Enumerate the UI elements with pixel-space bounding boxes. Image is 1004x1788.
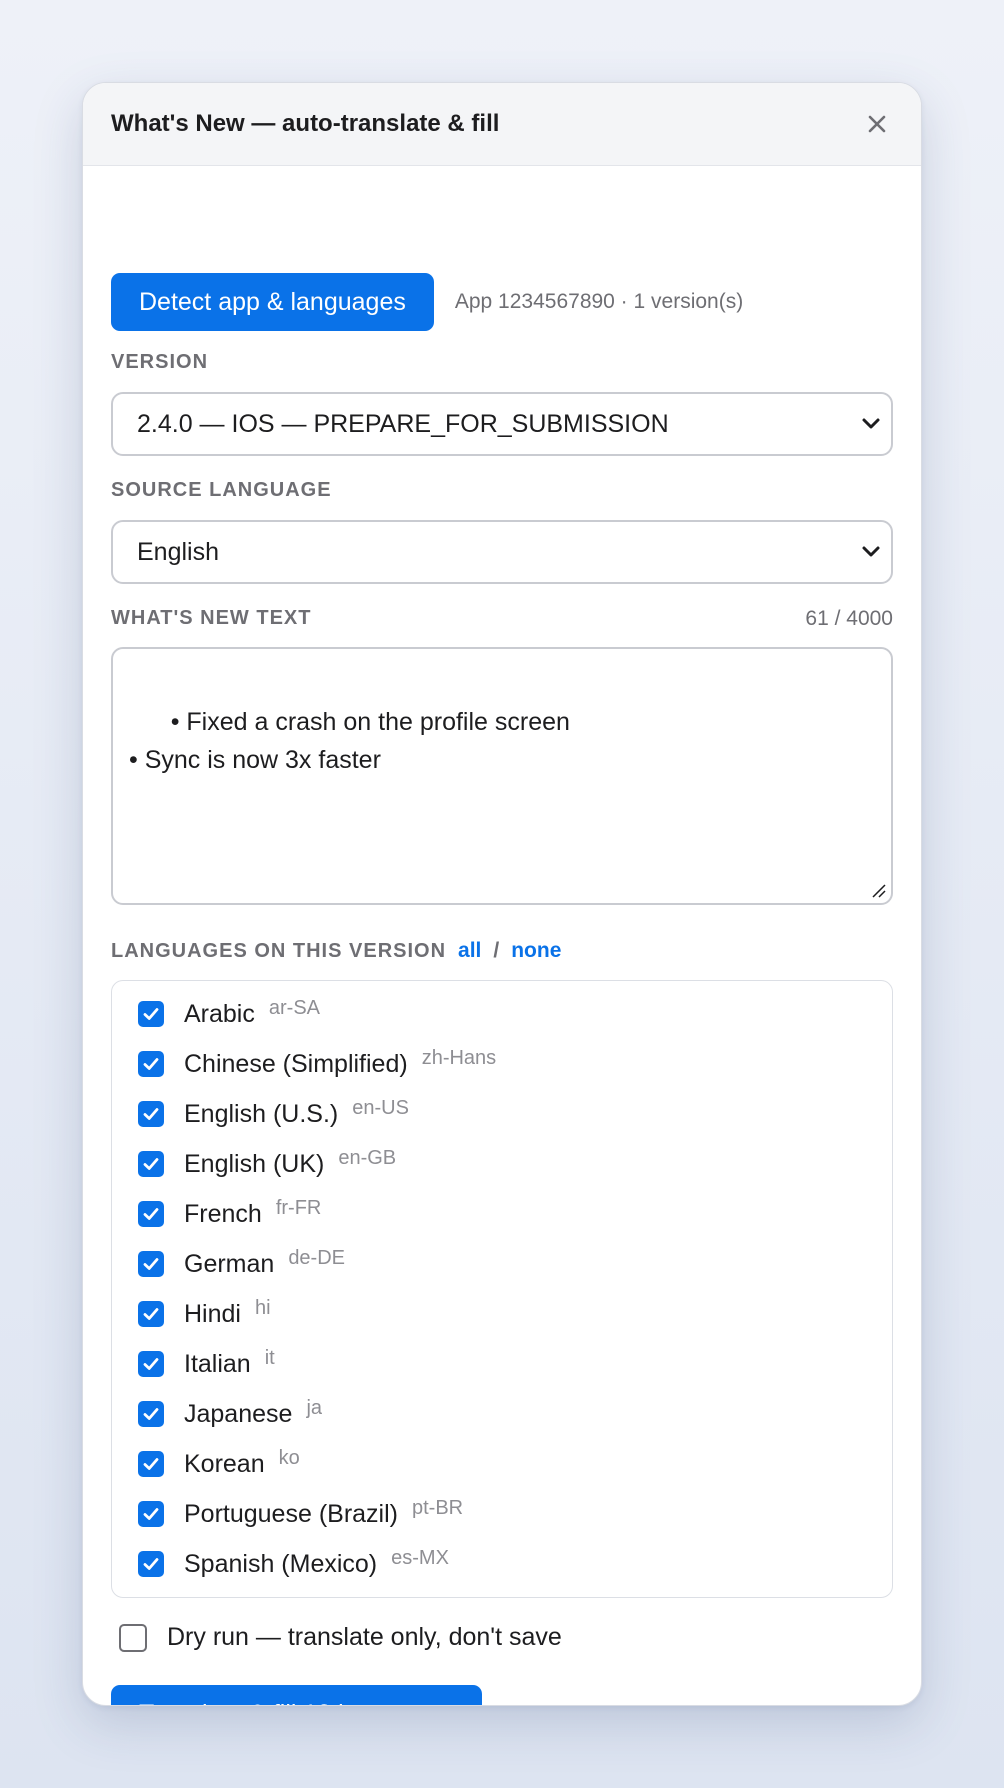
language-name: English (UK) (184, 1149, 325, 1178)
language-checkbox[interactable] (138, 1151, 164, 1177)
language-list: Arabic ar-SA Chinese (Simplified) zh-Hans En… (111, 980, 893, 1598)
version-label: VERSION (111, 351, 209, 373)
language-checkbox[interactable] (138, 1001, 164, 1027)
language-checkbox[interactable] (138, 1351, 164, 1377)
version-select[interactable]: 2.4.0 — IOS — PREPARE_FOR_SUBMISSION (111, 392, 893, 456)
language-code: ar-SA (268, 996, 320, 1019)
language-item[interactable]: Chinese (Simplified) zh-Hans (112, 1039, 892, 1089)
close-icon (868, 115, 886, 133)
dry-run-label: Dry run — translate only, don't save (167, 1623, 562, 1651)
language-item[interactable]: English (UK) en-GB (112, 1139, 892, 1189)
resize-grip-icon[interactable] (871, 883, 887, 899)
checkmark-icon (143, 1358, 159, 1370)
checkmark-icon (143, 1408, 159, 1420)
language-checkbox[interactable] (138, 1051, 164, 1077)
language-code: es-MX (391, 1546, 449, 1569)
checkmark-icon (143, 1458, 159, 1470)
language-name: Chinese (Simplified) (184, 1049, 408, 1078)
language-name: German (184, 1249, 275, 1278)
language-code: de-DE (288, 1246, 346, 1269)
language-item[interactable]: Spanish (Mexico) es-MX (112, 1539, 892, 1589)
language-item[interactable]: German de-DE (112, 1239, 892, 1289)
checkmark-icon (143, 1508, 159, 1520)
dialog-header: What's New — auto-translate & fill (83, 83, 921, 166)
language-checkbox[interactable] (138, 1201, 164, 1227)
dry-run-checkbox[interactable] (119, 1623, 147, 1652)
detect-app-button[interactable]: Detect app & languages (111, 273, 434, 331)
detect-row: Detect app & languages App 1234567890 · … (111, 273, 743, 331)
source-language-select[interactable]: English (111, 520, 893, 584)
language-item[interactable]: Japanese ja (112, 1389, 892, 1439)
chevron-down-icon (851, 545, 891, 559)
whats-new-dialog: What's New — auto-translate & fill Detec… (82, 82, 922, 1706)
checkmark-icon (143, 1208, 159, 1220)
whats-new-textarea[interactable]: • Fixed a crash on the profile screen • … (111, 647, 893, 905)
language-name: Japanese (184, 1399, 293, 1428)
languages-header: LANGUAGES ON THIS VERSION all / none (111, 939, 561, 963)
whats-new-text: • Fixed a crash on the profile screen • … (129, 708, 570, 774)
language-code: en-GB (338, 1146, 397, 1169)
checkmark-icon (143, 1558, 159, 1570)
language-code: pt-BR (411, 1496, 464, 1519)
checkmark-icon (143, 1308, 159, 1320)
language-name: French (184, 1199, 262, 1228)
language-name: Spanish (Mexico) (184, 1549, 378, 1578)
close-button[interactable] (859, 106, 895, 142)
language-item[interactable]: Hindi hi (112, 1289, 892, 1339)
language-code: fr-FR (275, 1196, 322, 1219)
language-item[interactable]: Portuguese (Brazil) pt-BR (112, 1489, 892, 1539)
language-item[interactable]: Arabic ar-SA (112, 989, 892, 1039)
source-language-label: SOURCE LANGUAGE (111, 479, 332, 501)
language-name: Korean (184, 1449, 265, 1478)
language-name: Italian (184, 1349, 251, 1378)
language-checkbox[interactable] (138, 1301, 164, 1327)
translate-fill-button[interactable]: Translate & fill 12 languages (111, 1685, 482, 1705)
checkmark-icon (143, 1058, 159, 1070)
language-checkbox[interactable] (138, 1401, 164, 1427)
language-checkbox[interactable] (138, 1451, 164, 1477)
language-name: Arabic (184, 999, 255, 1028)
character-counter: 61 / 4000 (805, 607, 893, 630)
language-code: en-US (352, 1096, 409, 1119)
language-checkbox[interactable] (138, 1101, 164, 1127)
language-code: ja (306, 1396, 323, 1419)
language-name: English (U.S.) (184, 1099, 339, 1128)
checkmark-icon (143, 1158, 159, 1170)
chevron-down-icon (851, 417, 891, 431)
version-select-value: 2.4.0 — IOS — PREPARE_FOR_SUBMISSION (137, 409, 669, 438)
languages-label: LANGUAGES ON THIS VERSION (111, 940, 447, 962)
checkmark-icon (143, 1258, 159, 1270)
language-item[interactable]: Korean ko (112, 1439, 892, 1489)
whats-new-label: WHAT'S NEW TEXT (111, 607, 312, 629)
language-name: Hindi (184, 1299, 241, 1328)
dialog-title: What's New — auto-translate & fill (111, 110, 500, 137)
language-checkbox[interactable] (138, 1501, 164, 1527)
language-name: Portuguese (Brazil) (184, 1499, 398, 1528)
language-code: it (264, 1346, 275, 1369)
language-item[interactable]: Italian it (112, 1339, 892, 1389)
app-info: App 1234567890 · 1 version(s) (454, 290, 744, 313)
language-checkbox[interactable] (138, 1551, 164, 1577)
checkmark-icon (143, 1108, 159, 1120)
language-code: ko (278, 1446, 300, 1469)
link-separator: / (493, 939, 500, 962)
select-all-link[interactable]: all (458, 939, 481, 963)
language-checkbox[interactable] (138, 1251, 164, 1277)
language-code: hi (254, 1296, 271, 1319)
select-none-link[interactable]: none (511, 939, 561, 963)
language-code: zh-Hans (421, 1046, 497, 1069)
language-item[interactable]: French fr-FR (112, 1189, 892, 1239)
dry-run-option[interactable]: Dry run — translate only, don't save (119, 1623, 562, 1652)
source-language-select-value: English (137, 537, 219, 566)
language-item[interactable]: English (U.S.) en-US (112, 1089, 892, 1139)
checkmark-icon (143, 1008, 159, 1020)
